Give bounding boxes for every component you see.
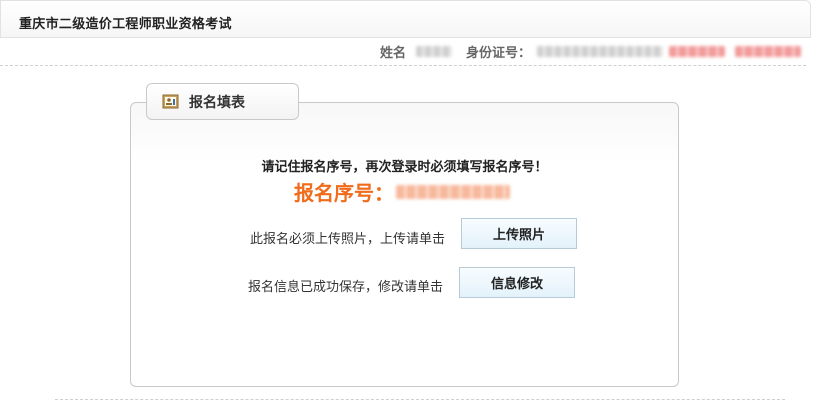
id-value-redacted-3	[735, 46, 801, 57]
name-label: 姓名	[379, 46, 406, 61]
upload-photo-button[interactable]: 上传照片	[461, 218, 577, 249]
id-value-redacted	[537, 46, 663, 57]
top-divider	[0, 65, 806, 66]
upload-prompt: 此报名必须上传照片，上传请单击	[249, 232, 445, 247]
registration-number-label: 报名序号：	[294, 181, 394, 205]
form-icon	[162, 94, 179, 109]
bottom-divider	[55, 399, 785, 400]
id-label: 身份证号：	[465, 46, 531, 61]
registration-number: 报名序号：	[294, 177, 510, 206]
page: 重庆市二级造价工程师职业资格考试 姓名 身份证号： 报名填表 请记住报名序号，再…	[0, 0, 815, 417]
user-info: 姓名 身份证号：	[380, 42, 801, 61]
page-title: 重庆市二级造价工程师职业资格考试	[19, 17, 232, 32]
modify-prompt: 报名信息已成功保存，修改请单击	[247, 280, 443, 295]
modify-info-button[interactable]: 信息修改	[459, 267, 575, 298]
remember-note: 请记住报名序号，再次登录时必须填写报名序号！	[261, 160, 548, 175]
name-value-redacted	[415, 46, 452, 57]
panel-tab-label: 报名填表	[189, 94, 245, 111]
modify-row: 报名信息已成功保存，修改请单击	[130, 276, 443, 295]
registration-number-redacted	[396, 184, 510, 199]
id-value-redacted-2	[669, 46, 725, 57]
upload-row: 此报名必须上传照片，上传请单击	[130, 228, 445, 247]
header-bar: 重庆市二级造价工程师职业资格考试	[0, 0, 811, 38]
panel-tab: 报名填表	[146, 83, 299, 120]
